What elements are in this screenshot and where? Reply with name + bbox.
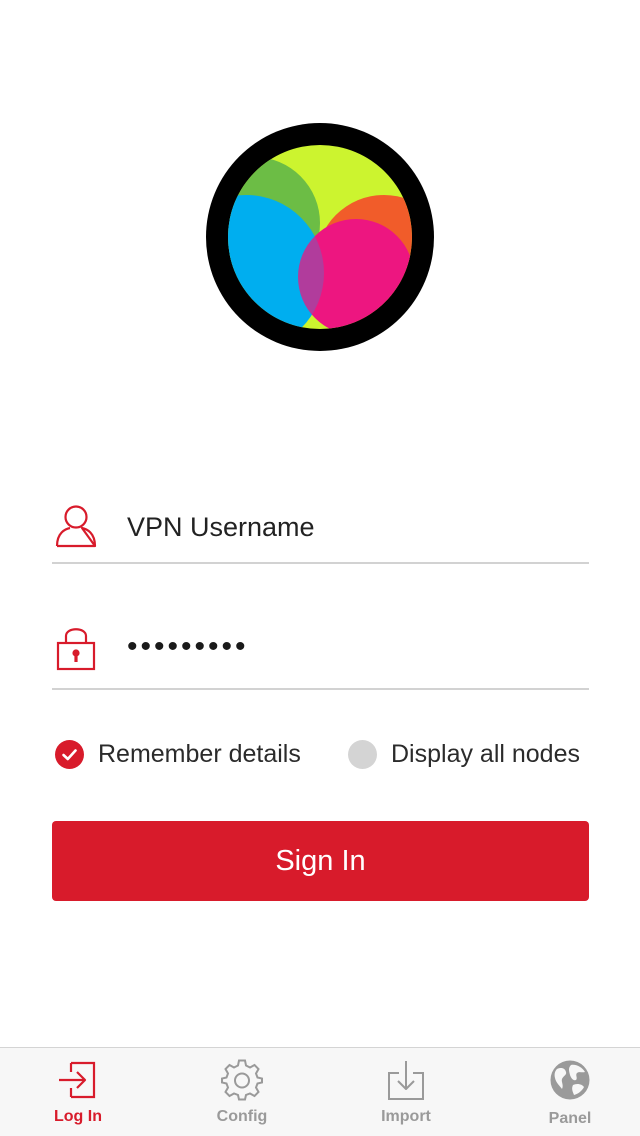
login-screen: VPN Username ••••••••• Remember details …	[0, 0, 640, 1136]
password-value: •••••••••	[127, 630, 249, 663]
lock-icon	[56, 628, 96, 671]
username-field[interactable]: VPN Username	[52, 492, 589, 564]
login-icon	[59, 1061, 96, 1099]
user-icon	[55, 505, 97, 548]
tab-import[interactable]: Import	[346, 1048, 466, 1136]
password-field[interactable]: •••••••••	[52, 618, 589, 690]
tab-import-label: Import	[381, 1108, 431, 1125]
globe-icon	[550, 1060, 590, 1100]
display-all-nodes-label: Display all nodes	[391, 739, 580, 768]
gear-icon	[221, 1059, 263, 1101]
checkbox-checked-icon	[55, 739, 84, 769]
remember-details-checkbox[interactable]: Remember details	[55, 736, 301, 772]
import-icon	[388, 1061, 424, 1100]
display-all-nodes-checkbox[interactable]: Display all nodes	[348, 736, 580, 772]
tab-config[interactable]: Config	[182, 1048, 302, 1136]
color-wheel-logo	[206, 123, 434, 351]
remember-details-label: Remember details	[98, 739, 301, 768]
tab-log-in-label: Log In	[54, 1108, 102, 1125]
tab-config-label: Config	[216, 1108, 268, 1125]
tab-panel-label: Panel	[548, 1110, 592, 1127]
tab-bar: Log In Config Import Panel	[0, 1047, 640, 1136]
username-placeholder: VPN Username	[127, 512, 315, 542]
sign-in-button[interactable]: Sign In	[52, 821, 589, 901]
tab-log-in[interactable]: Log In	[18, 1048, 138, 1136]
tab-panel[interactable]: Panel	[510, 1048, 630, 1136]
checkbox-unchecked-icon	[348, 739, 377, 769]
